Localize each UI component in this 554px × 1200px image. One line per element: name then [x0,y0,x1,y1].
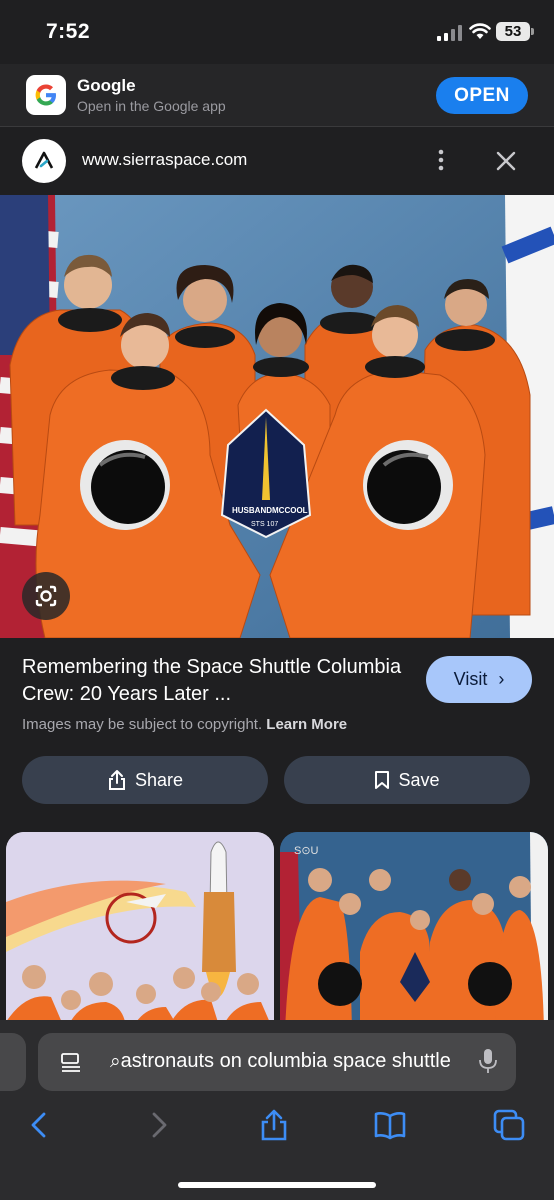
search-query: astronauts on columbia space shuttle [120,1050,451,1072]
status-time: 7:52 [46,20,91,43]
close-icon[interactable] [494,149,518,173]
copyright-notice: Images may be subject to copyright. Lear… [22,716,347,733]
visit-button[interactable]: Visit › [426,656,532,703]
open-app-button[interactable]: OPEN [436,77,528,114]
share-icon [108,770,125,790]
tabs-icon[interactable] [492,1108,526,1142]
address-bar-query[interactable]: ⌕astronauts on columbia space shuttle [110,1050,460,1073]
patch-name-mccool: MCCOOL [272,506,308,515]
save-label: Save [398,769,440,790]
cellular-signal-icon [437,25,462,41]
site-favicon-icon [22,139,66,183]
patch-name-husband: HUSBAND [232,506,272,515]
bookmark-icon [375,771,390,789]
battery-nub [531,28,534,35]
banner-title: Google [77,76,136,95]
previous-tab-preview[interactable] [0,1033,26,1091]
share-page-icon[interactable] [257,1108,291,1142]
result-title[interactable]: Remembering the Space Shuttle Columbia C… [22,654,407,708]
patch-mission: STS 107 [251,521,278,528]
forward-icon[interactable] [142,1108,176,1142]
more-options-icon[interactable] [432,148,450,172]
wifi-icon [469,23,491,39]
chevron-right-icon: › [498,669,505,689]
search-icon: ⌕ [110,1051,121,1072]
svg-text:S⊙U: S⊙U [294,845,319,857]
related-image-shuttle-breakup[interactable] [6,832,274,1032]
home-indicator [178,1182,376,1188]
share-button[interactable]: Share [22,756,268,804]
page-menu-icon[interactable] [58,1049,84,1075]
save-button[interactable]: Save [284,756,530,804]
microphone-icon[interactable] [478,1047,498,1075]
copyright-text: Images may be subject to copyright. [22,716,263,733]
site-url[interactable]: www.sierraspace.com [82,150,247,170]
share-label: Share [134,769,184,790]
related-image-crew-portrait[interactable]: S⊙U [280,832,548,1032]
learn-more-link[interactable]: Learn More [266,716,347,733]
bookmarks-icon[interactable] [373,1108,407,1142]
banner-subtitle: Open in the Google app [77,98,226,114]
visit-label: Visit [453,669,488,689]
google-logo-icon [26,75,66,115]
battery-level: 53 [496,22,530,41]
crew-photo[interactable]: HUSBAND MCCOOL STS 107 [0,195,554,638]
google-lens-icon[interactable] [22,572,70,620]
back-icon[interactable] [22,1108,56,1142]
